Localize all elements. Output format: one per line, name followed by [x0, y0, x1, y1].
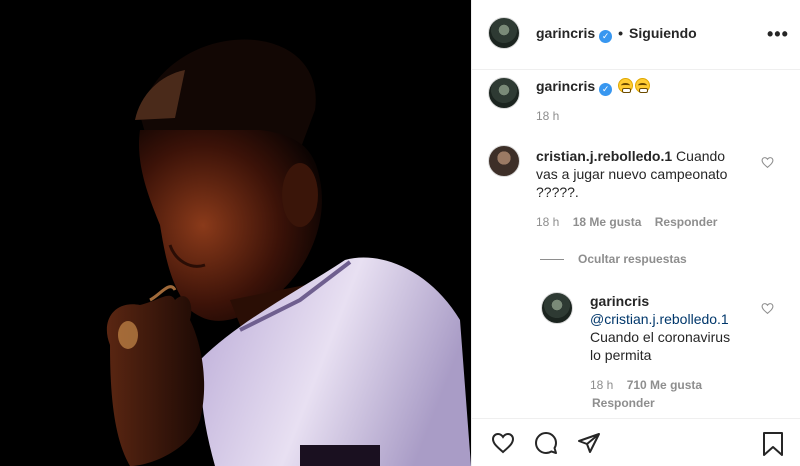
reply-avatar[interactable] — [541, 292, 573, 324]
hide-replies-button[interactable]: Ocultar respuestas — [578, 252, 687, 266]
more-options-icon[interactable]: ••• — [767, 24, 789, 45]
separator-dot: • — [618, 25, 624, 41]
bookmark-icon[interactable] — [762, 431, 784, 457]
reply: garincris @cristian.j.rebolledo.1 Cuando… — [590, 292, 750, 364]
thread-divider — [540, 259, 564, 260]
reply-reply-button[interactable]: Responder — [592, 396, 655, 410]
share-icon[interactable] — [576, 431, 602, 455]
reply-mention-link[interactable]: @cristian.j.rebolledo.1 — [590, 311, 729, 327]
grimacing-emoji-icon — [635, 78, 651, 93]
grimacing-emoji-icon — [618, 78, 634, 93]
commenter-avatar[interactable] — [488, 145, 520, 177]
tennis-player-silhouette-image — [0, 0, 471, 466]
comment-text-3: ?????. — [536, 184, 579, 200]
post-photo[interactable] — [0, 0, 471, 466]
caption-username[interactable]: garincris — [536, 78, 595, 94]
reply-text-1: Cuando el coronavirus — [590, 329, 731, 345]
comment-likes[interactable]: 18 Me gusta — [573, 215, 642, 229]
comment-icon[interactable] — [533, 431, 559, 455]
verified-badge-icon: ✓ — [599, 30, 613, 43]
caption-avatar[interactable] — [488, 77, 520, 109]
reply-username[interactable]: garincris — [590, 293, 649, 309]
header-user-line: garincris ✓ • Siguiendo — [536, 25, 697, 43]
comment-text-2: vas a jugar nuevo campeonato — [536, 166, 728, 182]
follow-button[interactable]: Siguiendo — [629, 25, 697, 41]
author-username[interactable]: garincris — [536, 25, 595, 41]
reply-likes[interactable]: 710 Me gusta — [627, 378, 702, 392]
heart-icon[interactable] — [761, 156, 774, 169]
comments-panel: garincris ✓ • Siguiendo ••• garincris ✓ 18 h… — [471, 0, 800, 466]
heart-icon[interactable] — [761, 302, 774, 315]
caption: garincris ✓ — [536, 77, 651, 96]
comment-time: 18 h — [536, 215, 560, 229]
post-modal: garincris ✓ • Siguiendo ••• garincris ✓ 18 h… — [0, 0, 800, 466]
comment-text-1: Cuando — [676, 148, 726, 164]
reply-text-2: lo permita — [590, 347, 652, 363]
action-bar — [472, 418, 800, 466]
reply-time: 18 h — [590, 378, 614, 392]
comment-meta: 18 h 18 Me gusta Responder — [536, 215, 717, 229]
caption-time: 18 h — [536, 109, 560, 123]
author-avatar[interactable] — [488, 17, 520, 49]
comment-reply-button[interactable]: Responder — [655, 215, 718, 229]
post-header: garincris ✓ • Siguiendo ••• — [472, 0, 800, 70]
commenter-username[interactable]: cristian.j.rebolledo.1 — [536, 148, 672, 164]
verified-badge-icon: ✓ — [599, 83, 613, 96]
heart-icon[interactable] — [490, 431, 516, 455]
reply-meta: 18 h 710 Me gusta — [590, 378, 702, 392]
comment: cristian.j.rebolledo.1 Cuando vas a juga… — [536, 147, 786, 201]
